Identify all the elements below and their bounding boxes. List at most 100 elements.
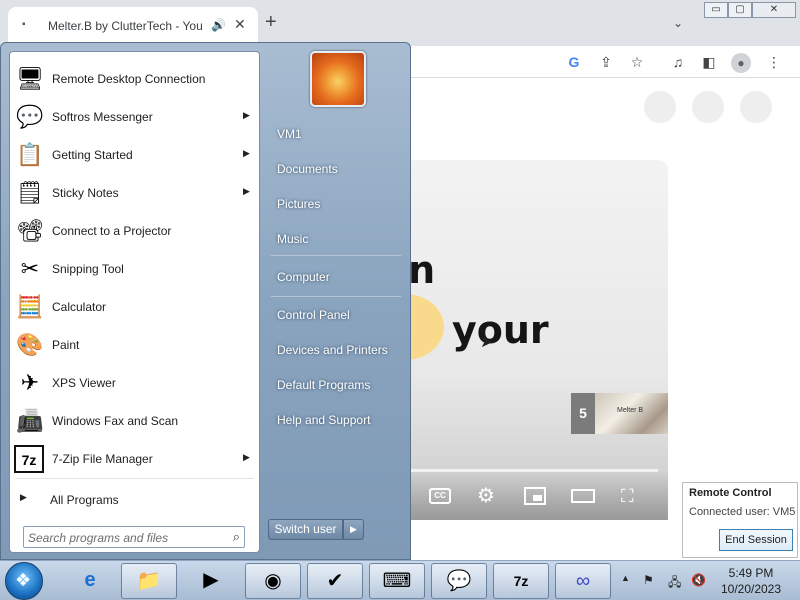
- windows-logo-icon: ❖: [15, 570, 32, 590]
- start-button[interactable]: ❖: [5, 562, 43, 600]
- clock-time: 5:49 PM: [728, 566, 774, 580]
- seven-zip-icon: 7z: [14, 445, 44, 473]
- snipping-tool-icon: ✂: [20, 256, 40, 281]
- switch-user-button[interactable]: Switch user: [268, 519, 343, 540]
- start-menu-link[interactable]: Default Programs: [267, 370, 405, 400]
- all-programs-label: All Programs: [50, 493, 119, 507]
- submenu-arrow-icon[interactable]: ▶: [243, 110, 250, 121]
- start-menu-link-label: Devices and Printers: [277, 343, 388, 357]
- endscreen-card[interactable]: 5 Melter B: [571, 393, 668, 434]
- submenu-arrow-icon[interactable]: ▶: [243, 186, 250, 197]
- new-tab-button[interactable]: +: [265, 12, 277, 32]
- start-menu-item[interactable]: 🧮 Calculator: [10, 288, 259, 326]
- tab-favicon-icon: ▪: [22, 19, 26, 30]
- settings-gear-icon[interactable]: ⚙: [477, 485, 495, 507]
- share-icon[interactable]: ⇪: [596, 52, 616, 72]
- start-menu-item[interactable]: ✈ XPS Viewer: [10, 364, 259, 402]
- start-menu-item-label: Paint: [52, 338, 80, 352]
- start-menu-link-label: Help and Support: [277, 413, 371, 427]
- start-search-input[interactable]: [28, 530, 218, 545]
- start-menu-link-label: Documents: [277, 162, 338, 176]
- start-menu-item[interactable]: 📠 Windows Fax and Scan: [10, 402, 259, 440]
- start-menu-item-label: XPS Viewer: [52, 376, 116, 390]
- media-player-icon[interactable]: ▶: [183, 563, 239, 599]
- browser-menu-icon[interactable]: ⋮: [764, 52, 784, 72]
- google-lens-icon[interactable]: G: [564, 52, 584, 72]
- video-progress-bar[interactable]: [410, 469, 658, 472]
- start-menu-item[interactable]: 📽 Connect to a Projector: [10, 212, 259, 250]
- show-hidden-icons-icon[interactable]: ▲: [621, 573, 630, 583]
- start-menu-link[interactable]: Documents: [267, 154, 405, 184]
- media-control-icon[interactable]: ♫: [668, 52, 688, 72]
- keyboard-app-icon[interactable]: ⌨: [369, 563, 425, 599]
- taskbar-clock[interactable]: 5:49 PM 10/20/2023: [716, 565, 786, 597]
- endcard-thumbnail: Melter B: [595, 393, 668, 434]
- header-circle-button[interactable]: [644, 91, 676, 123]
- start-menu-item-label: 7-Zip File Manager: [52, 452, 153, 466]
- paint-icon: 🎨: [16, 332, 44, 357]
- remote-control-popup: Remote Control Connected user: VM5 End S…: [682, 482, 798, 558]
- volume-muted-icon[interactable]: 🔇: [691, 573, 706, 587]
- bookmark-star-icon[interactable]: ☆: [627, 52, 647, 72]
- profile-icon[interactable]: ●: [731, 52, 751, 73]
- remote-app-icon[interactable]: ∞: [555, 563, 611, 599]
- chrome-icon[interactable]: ◉: [245, 563, 301, 599]
- start-menu-link-label: Default Programs: [277, 378, 371, 392]
- endcard-number: 5: [571, 393, 595, 434]
- start-menu-link[interactable]: Computer: [267, 262, 405, 292]
- expand-arrow-icon: ▶: [20, 492, 27, 502]
- admin-tool-icon[interactable]: ✔: [307, 563, 363, 599]
- speaker-icon[interactable]: 🔊: [211, 18, 226, 32]
- miniplayer-icon[interactable]: [524, 487, 546, 505]
- start-menu-item-label: Windows Fax and Scan: [52, 414, 179, 428]
- separator: [271, 255, 401, 256]
- browser-tab[interactable]: ▪ Melter.B by ClutterTech - You 🔊 ✕: [8, 7, 258, 46]
- fullscreen-icon[interactable]: ⛶: [621, 485, 634, 507]
- shutdown-options-arrow-icon[interactable]: ▶: [343, 519, 364, 540]
- start-menu-item[interactable]: 💬 Softros Messenger ▶: [10, 98, 259, 136]
- start-menu-item[interactable]: 📋 Getting Started ▶: [10, 136, 259, 174]
- side-panel-icon[interactable]: ◧: [699, 52, 719, 72]
- minimize-button[interactable]: ▭: [704, 2, 728, 18]
- start-menu-item-label: Getting Started: [52, 148, 133, 162]
- network-icon[interactable]: 🖧: [668, 573, 681, 594]
- end-session-button[interactable]: End Session: [719, 529, 793, 551]
- messenger-icon: 💬: [16, 104, 44, 129]
- file-explorer-icon[interactable]: 📁: [121, 563, 177, 599]
- header-circle-button[interactable]: [692, 91, 724, 123]
- header-circle-button[interactable]: [740, 91, 772, 123]
- start-menu-item[interactable]: 🖥 Remote Desktop Connection: [10, 60, 259, 98]
- seven-zip-taskbar-icon[interactable]: 7z: [493, 563, 549, 599]
- start-menu-item[interactable]: ✂ Snipping Tool: [10, 250, 259, 288]
- start-menu-link[interactable]: VM1: [267, 119, 405, 149]
- action-center-flag-icon[interactable]: ⚑: [643, 573, 654, 587]
- search-icon[interactable]: ⌕: [233, 529, 240, 545]
- start-menu-link[interactable]: Music: [267, 224, 405, 254]
- mouse-cursor-icon: ➤: [480, 334, 494, 351]
- user-picture[interactable]: [310, 51, 366, 107]
- video-text-line2: your: [452, 308, 549, 352]
- start-menu-item-label: Calculator: [52, 300, 107, 314]
- start-menu-link[interactable]: Pictures: [267, 189, 405, 219]
- window-close-button[interactable]: ✕: [752, 2, 796, 18]
- captions-button[interactable]: CC: [429, 488, 451, 504]
- softros-messenger-icon[interactable]: 💬: [431, 563, 487, 599]
- start-menu: 🖥 Remote Desktop Connection 💬 Softros Messe…: [0, 42, 411, 560]
- start-menu-item[interactable]: 🗒 Sticky Notes ▶: [10, 174, 259, 212]
- start-menu-item[interactable]: 7z 7-Zip File Manager ▶: [10, 440, 259, 478]
- theater-mode-icon[interactable]: [571, 489, 595, 503]
- tab-close-icon[interactable]: ✕: [234, 16, 246, 33]
- submenu-arrow-icon[interactable]: ▶: [243, 452, 250, 463]
- all-programs-button[interactable]: ▶ All Programs: [10, 483, 259, 515]
- submenu-arrow-icon[interactable]: ▶: [243, 148, 250, 159]
- start-menu-item-label: Remote Desktop Connection: [52, 72, 206, 86]
- maximize-button[interactable]: ▢: [728, 2, 752, 18]
- internet-explorer-icon[interactable]: e: [62, 563, 118, 599]
- endcard-thumb-text: Melter B: [617, 407, 644, 414]
- start-menu-link[interactable]: Help and Support: [267, 405, 405, 435]
- start-menu-item[interactable]: 🎨 Paint: [10, 326, 259, 364]
- start-menu-link[interactable]: Devices and Printers: [267, 335, 405, 365]
- start-menu-link[interactable]: Control Panel: [267, 300, 405, 330]
- tab-search-icon[interactable]: ⌄: [673, 16, 683, 30]
- start-search-box[interactable]: ⌕: [23, 526, 245, 548]
